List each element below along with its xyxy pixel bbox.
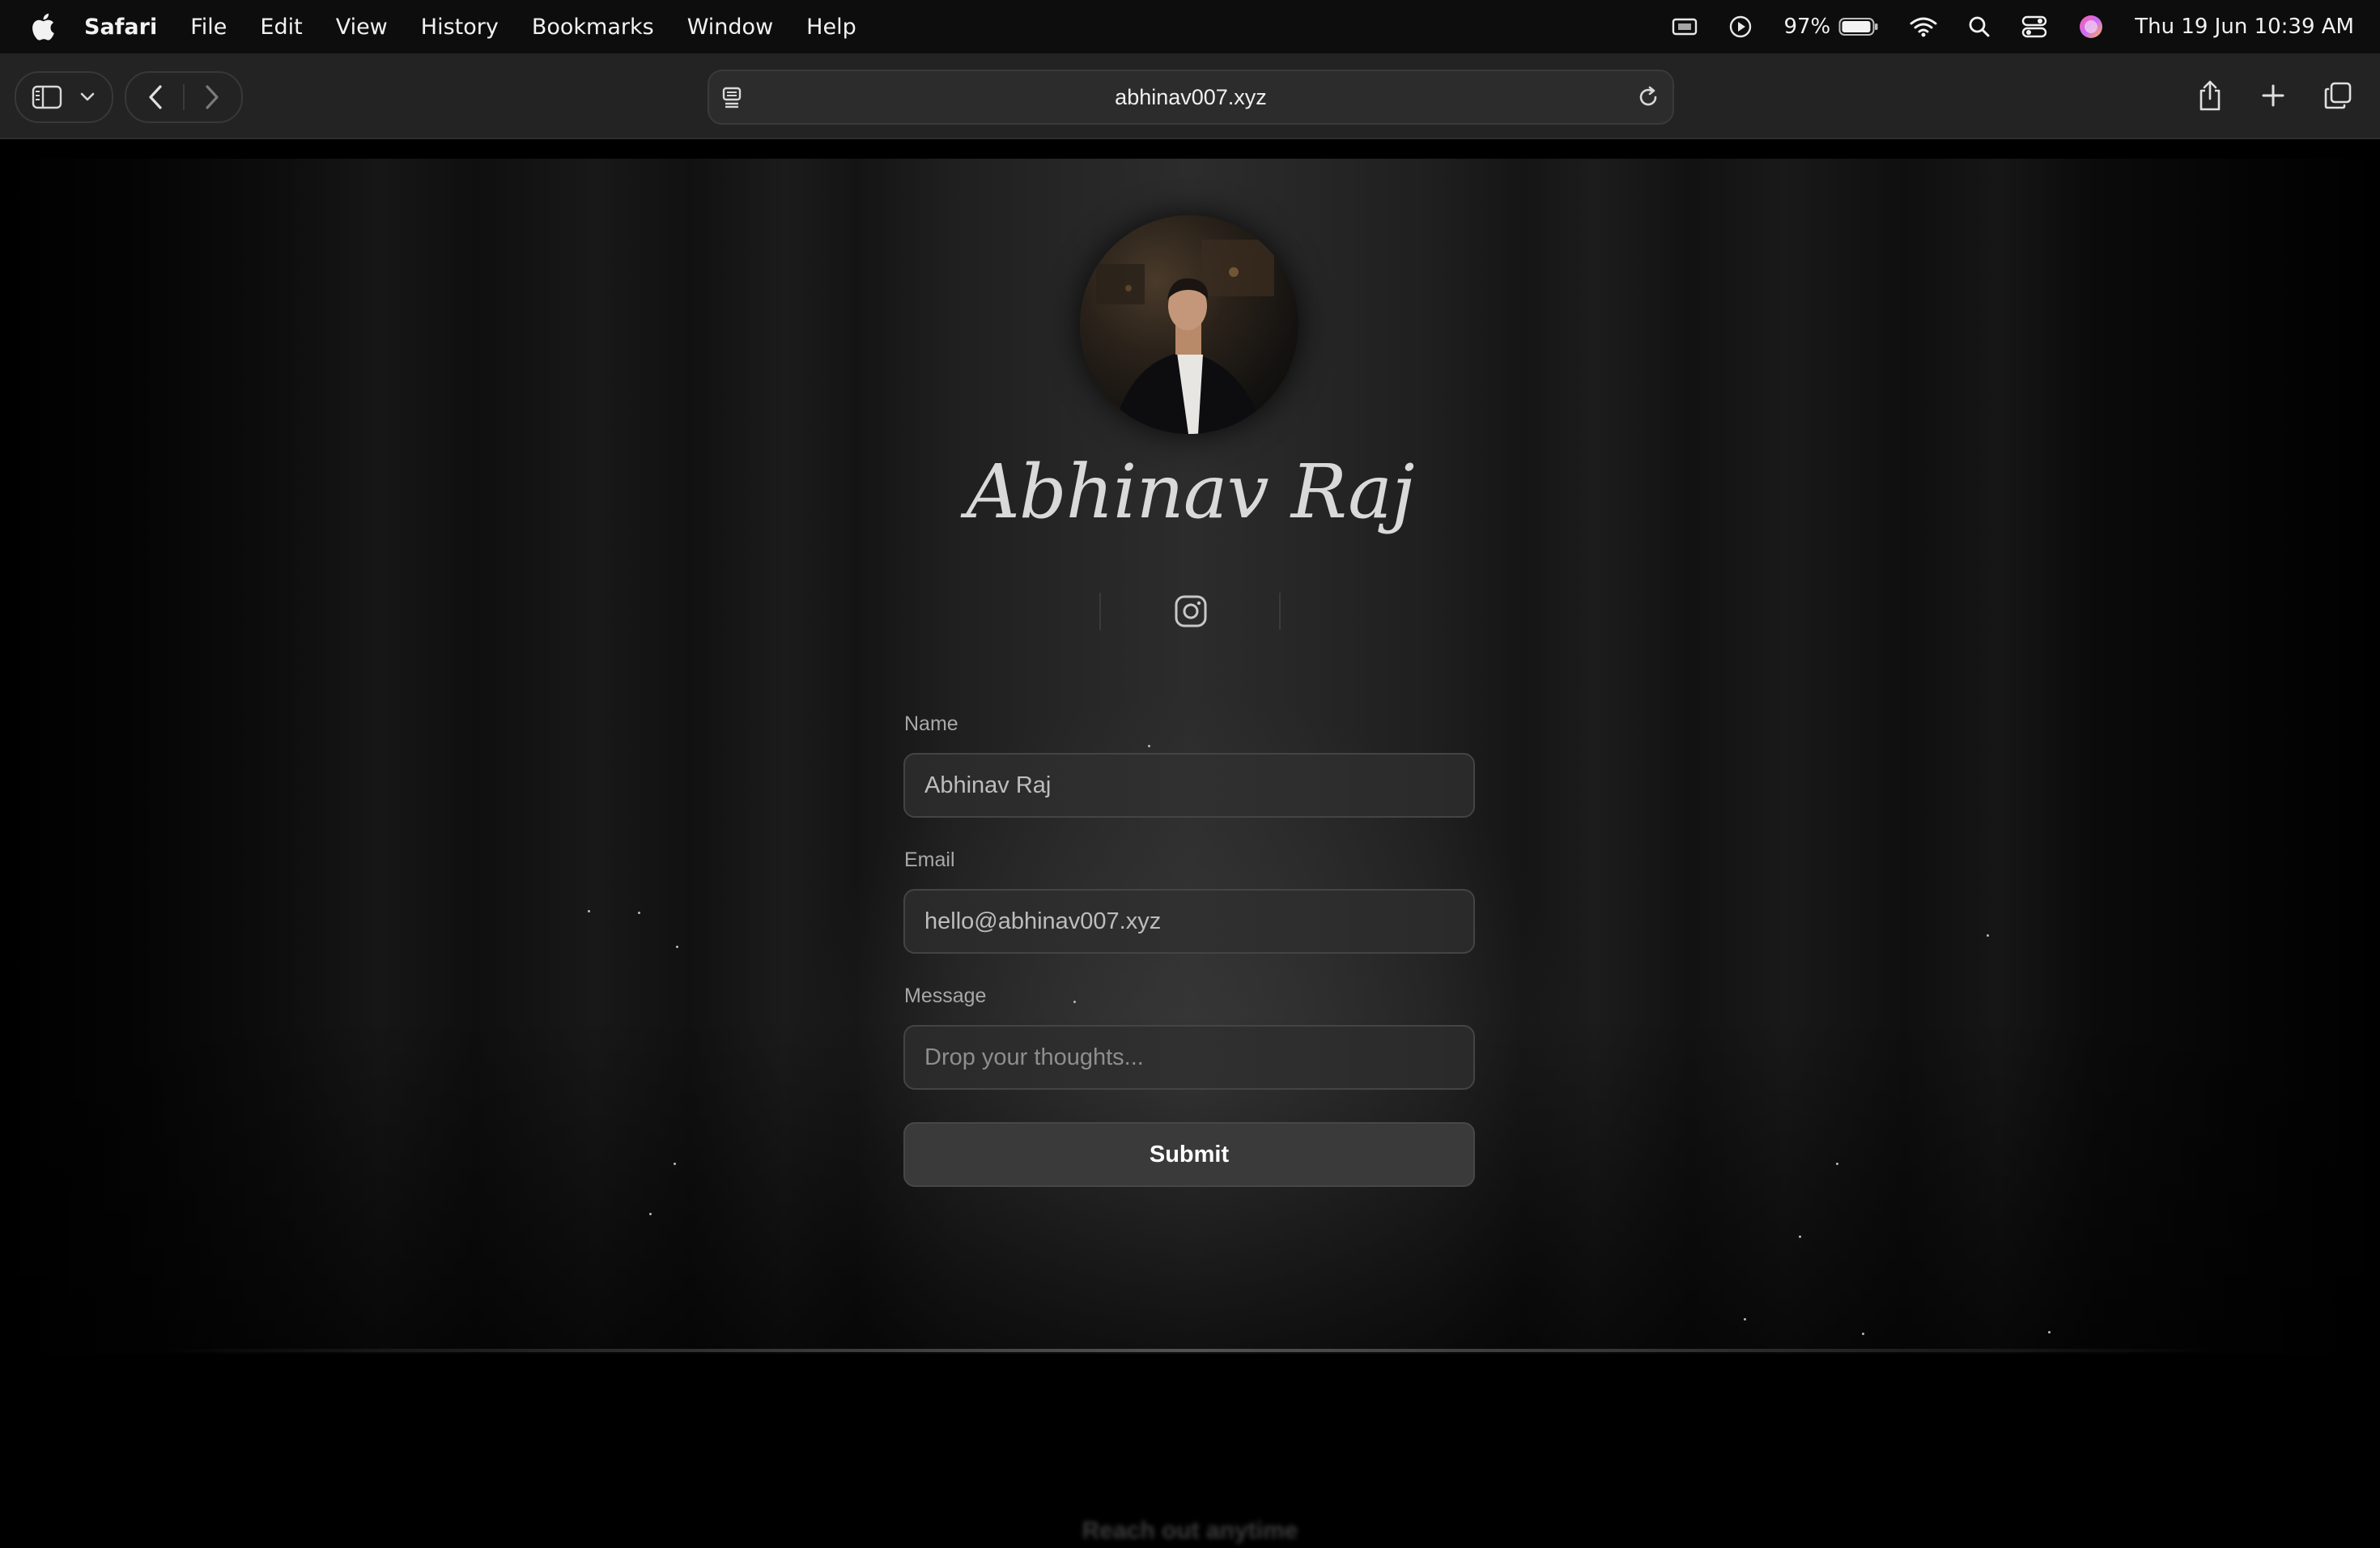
siri-icon[interactable]	[2078, 14, 2104, 40]
sparkle-dot	[649, 1213, 652, 1215]
message-field-placeholder[interactable]: Drop your thoughts...	[924, 1027, 1144, 1088]
footer-text: Reach out anytime	[1082, 1517, 1298, 1544]
web-page: Abhinav Raj Name Abhinav Raj Email hello…	[0, 139, 2380, 1548]
menu-app-safari[interactable]: Safari	[84, 15, 157, 40]
battery-percent: 97%	[1783, 15, 1831, 39]
display-icon[interactable]	[1672, 16, 1698, 37]
avatar-portrait	[1096, 240, 1274, 434]
battery-icon[interactable]	[1838, 17, 1879, 36]
sparkle-dot	[1148, 745, 1150, 747]
sparkle-dot	[1836, 1163, 1838, 1165]
name-field[interactable]: Abhinav Raj	[903, 753, 1475, 818]
play-icon[interactable]	[1728, 15, 1753, 39]
control-center-icon[interactable]	[2021, 15, 2047, 38]
sparkle-dot	[1862, 1333, 1864, 1335]
sparkle-dot	[2048, 1331, 2051, 1333]
sparkle-dot	[638, 912, 640, 914]
navigation-group	[125, 71, 243, 123]
instagram-icon[interactable]	[1174, 594, 1208, 628]
menu-bookmarks[interactable]: Bookmarks	[532, 15, 654, 40]
wifi-icon[interactable]	[1910, 16, 1937, 37]
sparkle-dot	[1799, 1235, 1801, 1238]
sparkle-dot	[676, 946, 678, 948]
submit-button[interactable]: Submit	[903, 1122, 1475, 1187]
sparkle-dot	[1744, 1318, 1746, 1320]
name-field-value[interactable]: Abhinav Raj	[924, 755, 1051, 816]
sparkle-dot	[1987, 934, 1989, 937]
avatar	[1080, 215, 1298, 434]
menu-view[interactable]: View	[336, 15, 388, 40]
back-icon[interactable]	[139, 83, 172, 112]
forward-icon[interactable]	[196, 83, 228, 112]
email-field[interactable]: hello@abhinav007.xyz	[903, 889, 1475, 954]
menu-help[interactable]: Help	[806, 15, 856, 40]
sidebar-toggle-group[interactable]	[15, 71, 113, 123]
url-text[interactable]: abhinav007.xyz	[709, 71, 1672, 123]
sidebar-icon[interactable]	[31, 83, 63, 112]
email-label: Email	[904, 848, 955, 871]
search-icon[interactable]	[1968, 15, 1991, 38]
clock[interactable]: Thu 19 Jun 10:39 AM	[2135, 15, 2354, 39]
menu-edit[interactable]: Edit	[260, 15, 302, 40]
address-bar[interactable]: abhinav007.xyz	[708, 70, 1674, 125]
message-field[interactable]: Drop your thoughts...	[903, 1025, 1475, 1090]
profile-name: Abhinav Raj	[966, 449, 1414, 535]
status-area: 97% Thu 19 Jun 10:39 AM	[1641, 0, 2354, 53]
name-label: Name	[904, 712, 958, 735]
menu-window[interactable]: Window	[687, 15, 773, 40]
floor-line	[162, 1349, 2218, 1352]
message-label: Message	[904, 985, 987, 1007]
sparkle-dot	[588, 910, 590, 912]
menu-bar: Safari File Edit View History Bookmarks …	[0, 0, 2380, 53]
share-icon[interactable]	[2192, 78, 2228, 113]
social-divider-right	[1279, 593, 1281, 630]
sparkle-dot	[674, 1163, 676, 1165]
apple-icon[interactable]	[29, 11, 60, 43]
reload-icon[interactable]	[1634, 83, 1663, 112]
menu-history[interactable]: History	[421, 15, 499, 40]
tabs-overview-icon[interactable]	[2320, 78, 2356, 113]
email-field-value[interactable]: hello@abhinav007.xyz	[924, 891, 1161, 952]
new-tab-icon[interactable]	[2255, 78, 2291, 113]
nav-divider	[183, 84, 185, 110]
chevron-down-icon[interactable]	[78, 87, 97, 107]
menu-file[interactable]: File	[190, 15, 227, 40]
sparkle-dot	[1073, 1001, 1076, 1003]
browser-toolbar: abhinav007.xyz	[0, 53, 2380, 139]
social-divider-left	[1099, 593, 1101, 630]
